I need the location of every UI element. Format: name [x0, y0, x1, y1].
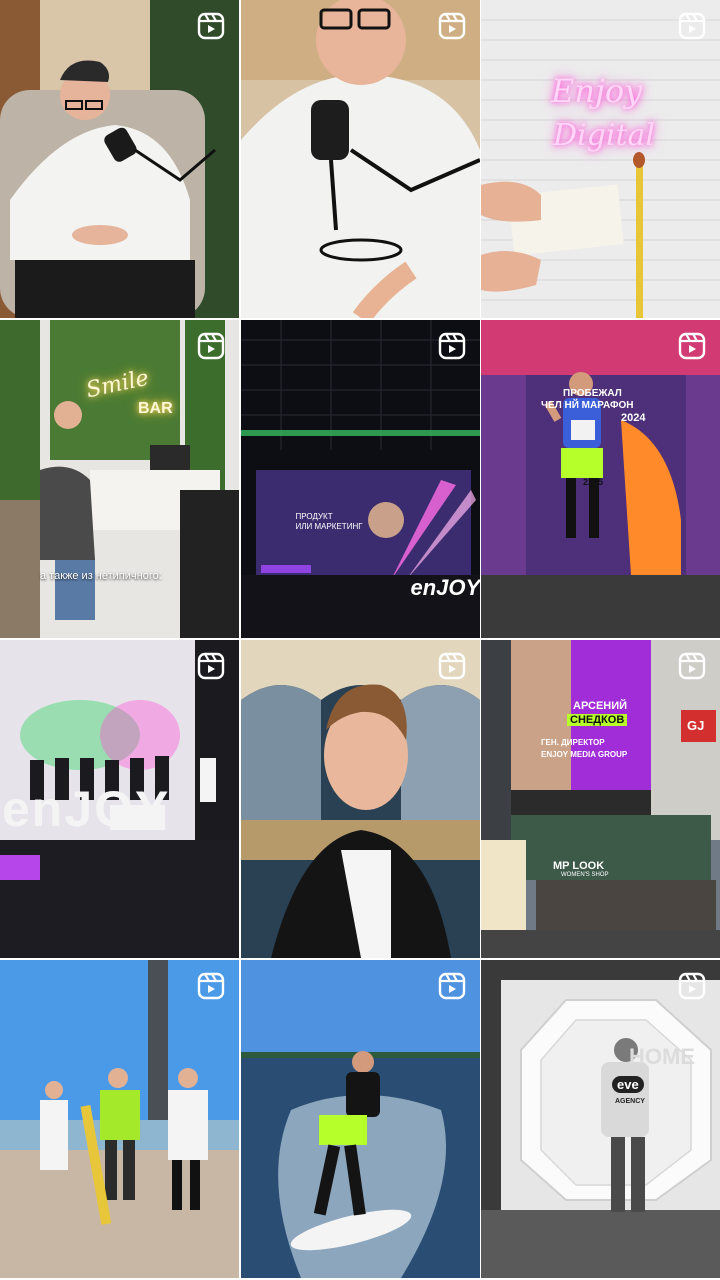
reels-icon [197, 12, 225, 40]
billboard-title-1: ГЕН. ДИРЕКТОР [541, 738, 605, 747]
brand-badge: GJ [687, 718, 705, 733]
reel-thumbnail [240, 640, 480, 958]
reel-tile-enjoy-digital[interactable]: Enjoy Digital [481, 0, 720, 318]
reels-icon [678, 332, 706, 360]
backdrop-year: 2024 [621, 412, 646, 424]
backdrop-line1: ПРОБЕЖАЛ [563, 388, 622, 399]
neon-sign-line2: BAR [138, 400, 173, 417]
reel-tile-podcast-2[interactable] [240, 0, 480, 318]
reels-icon [438, 332, 465, 360]
backdrop-line2: ЧЕЛ НЙ МАРАФОН [541, 400, 634, 411]
reel-tile-enjoy-team[interactable]: enJOY [0, 640, 239, 958]
billboard-name-2: СНЕДКОВ [567, 714, 628, 726]
reels-icon [197, 652, 225, 680]
big-letters-sign: enJOY [2, 781, 171, 837]
reels-icon [678, 972, 706, 1000]
reel-tile-selfie[interactable] [240, 640, 480, 958]
neon-sign-line2: Digital [553, 118, 655, 153]
store-sign-sub: WOMEN'S SHOP [561, 872, 609, 878]
reel-thumbnail [0, 0, 239, 318]
reels-icon [197, 332, 225, 360]
stage-logo: enJOY [410, 575, 480, 600]
reels-grid: Enjoy Digital Smile BAR а также из нетип… [0, 0, 720, 1280]
reels-icon [678, 652, 706, 680]
reel-thumbnail [481, 960, 720, 1278]
billboard-name-1: АРСЕНИЙ [573, 700, 628, 712]
store-sign: MP LOOK [553, 860, 605, 872]
reel-caption: а также из нетипичного: [40, 570, 162, 582]
reel-tile-billboard[interactable]: АРСЕНИЙ СНЕДКОВ ГЕН. ДИРЕКТОР ENJOY MEDI… [481, 640, 720, 958]
reel-thumbnail [481, 640, 720, 958]
reel-tile-outdoor[interactable] [0, 960, 239, 1278]
bib-number: 2225 [583, 477, 604, 487]
reel-tile-wakesurf[interactable] [240, 960, 480, 1278]
wall-text: HOME [629, 1044, 695, 1069]
billboard-title-2: ENJOY MEDIA GROUP [541, 750, 628, 759]
reel-tile-smile-bar[interactable]: Smile BAR а также из нетипичного: [0, 320, 239, 638]
reel-tile-conference[interactable]: ПРОДУКТ ИЛИ МАРКЕТИНГ enJOY [240, 320, 480, 638]
reel-thumbnail [0, 960, 239, 1278]
reel-thumbnail [240, 0, 480, 318]
reels-icon [197, 972, 225, 1000]
reel-thumbnail [240, 960, 480, 1278]
neon-sign-line1: Enjoy [551, 72, 643, 110]
reel-thumbnail [481, 0, 720, 318]
reel-thumbnail [0, 320, 239, 638]
reel-tile-agency[interactable]: HOME eve AGENCY [481, 960, 720, 1278]
shirt-logo: eve [612, 1076, 644, 1093]
reels-icon [678, 12, 706, 40]
screen-text-2: ИЛИ МАРКЕТИНГ [295, 522, 363, 531]
reels-icon [438, 652, 465, 680]
reel-tile-podcast-1[interactable] [0, 0, 239, 318]
shirt-text: AGENCY [615, 1098, 645, 1105]
reels-icon [438, 972, 465, 1000]
screen-text-1: ПРОДУКТ [295, 512, 333, 521]
reels-icon [438, 12, 465, 40]
reel-tile-marathon[interactable]: ПРОБЕЖАЛ ЧЕЛ НЙ МАРАФОН 2024 2225 [481, 320, 720, 638]
